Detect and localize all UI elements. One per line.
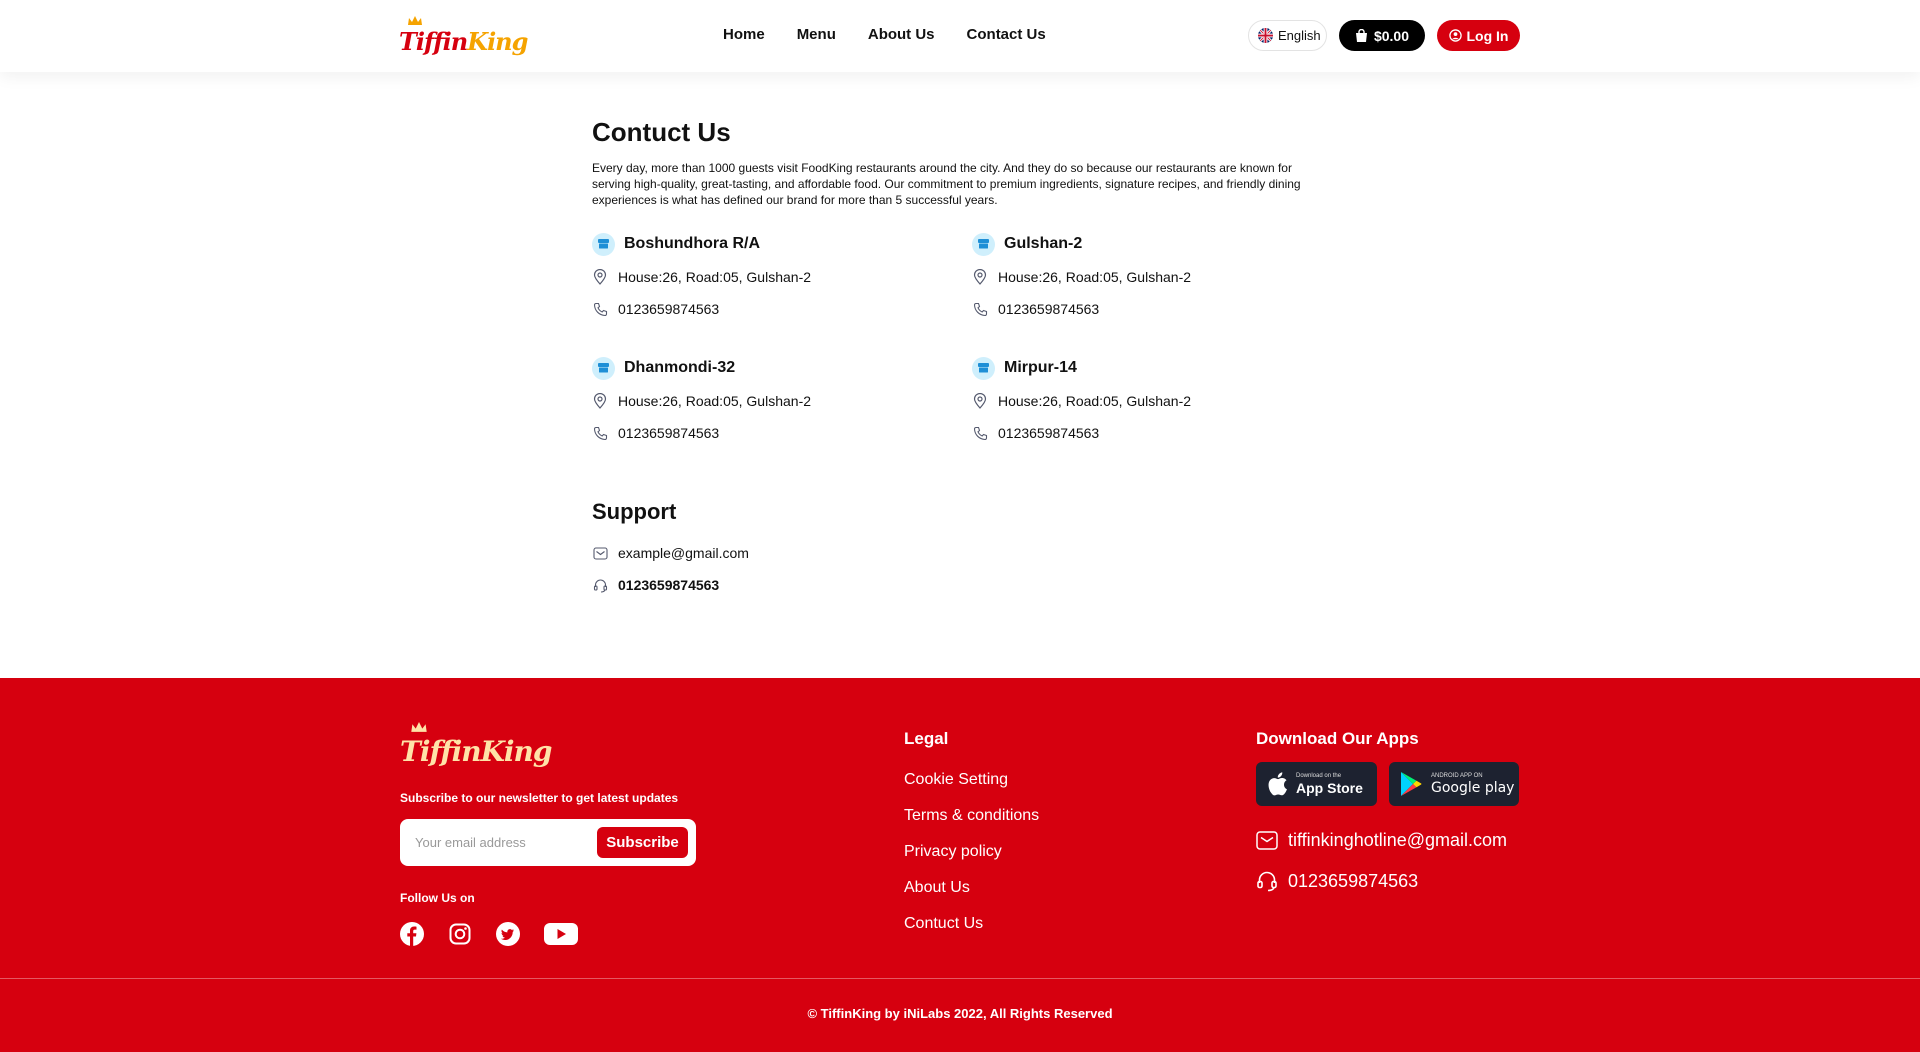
hotline-email[interactable]: tiffinkinghotline@gmail.com — [1288, 830, 1507, 851]
store-icon — [972, 232, 995, 256]
user-circle-icon — [1448, 29, 1462, 42]
phone-icon — [592, 301, 608, 317]
apps-title: Download Our Apps — [1256, 729, 1419, 748]
support-contacts: example@gmail.com 0123659874563 — [592, 543, 952, 595]
branch-address: House:26, Road:05, Gulshan-2 — [998, 269, 1192, 285]
branch-name: Gulshan-2 — [1004, 235, 1083, 252]
cart-button[interactable]: $0.00 — [1339, 20, 1425, 51]
legal-links: Cookie Setting Terms & conditions Privac… — [904, 771, 1039, 951]
store-icon — [592, 232, 615, 256]
footer-logo[interactable]: TiffinKing — [400, 722, 552, 768]
branch-card: Boshundhora R/A House:26, Road:05, Gulsh… — [592, 232, 952, 319]
language-selector[interactable]: English — [1248, 20, 1327, 51]
branch-phone: 0123659874563 — [618, 425, 720, 441]
site-header: TiffinKing Home Menu About Us Contact Us… — [0, 0, 1920, 72]
crown-icon — [408, 16, 422, 25]
subscribe-form: Subscribe — [400, 819, 696, 866]
twitter-icon[interactable] — [496, 922, 520, 946]
language-label: English — [1278, 28, 1321, 43]
app-store-button[interactable]: Download on the App Store — [1256, 762, 1377, 806]
cart-total: $0.00 — [1373, 27, 1410, 44]
headset-icon — [592, 577, 608, 593]
logo-text-king: King — [480, 735, 553, 768]
footer-divider — [0, 978, 1920, 979]
site-footer: TiffinKing Subscribe to our newsletter t… — [0, 678, 1920, 1052]
branch-phone: 0123659874563 — [618, 301, 720, 317]
phone-icon — [592, 425, 608, 441]
logo-text-tiffin: Tiffin — [399, 27, 468, 56]
link-contact-us[interactable]: Contuct Us — [904, 915, 1039, 935]
support-phone[interactable]: 0123659874563 — [618, 577, 719, 593]
link-terms-conditions[interactable]: Terms & conditions — [904, 807, 1039, 827]
branch-phone: 0123659874563 — [998, 301, 1100, 317]
branch-card: Dhanmondi-32 House:26, Road:05, Gulshan-… — [592, 356, 952, 443]
intro-paragraph: Every day, more than 1000 guests visit F… — [592, 161, 1301, 207]
copyright-text: © TiffinKing by iNiLabs 2022, All Rights… — [807, 1006, 1113, 1021]
google-play-small-label: ANDROID APP ON — [1431, 773, 1483, 779]
instagram-icon[interactable] — [448, 922, 472, 946]
hotline-email-row: tiffinkinghotline@gmail.com — [1256, 830, 1507, 851]
shopping-bag-icon — [1355, 28, 1367, 42]
newsletter-email-input[interactable] — [415, 831, 585, 853]
link-cookie-setting[interactable]: Cookie Setting — [904, 771, 1039, 791]
link-privacy-policy[interactable]: Privacy policy — [904, 843, 1039, 863]
follow-label: Follow Us on — [400, 891, 475, 905]
app-store-big-label: App Store — [1296, 780, 1363, 796]
uk-flag-icon — [1258, 28, 1273, 43]
nav-contact-us[interactable]: Contact Us — [967, 26, 1046, 43]
tiffinking-logo[interactable]: TiffinKing — [399, 16, 528, 56]
google-play-button[interactable]: ANDROID APP ON Google play — [1389, 762, 1519, 806]
subscribe-button[interactable]: Subscribe — [597, 827, 688, 858]
store-icon — [972, 356, 995, 380]
nav-about-us[interactable]: About Us — [868, 26, 935, 43]
branch-address: House:26, Road:05, Gulshan-2 — [998, 393, 1192, 409]
mail-icon — [592, 545, 608, 561]
branch-address: House:26, Road:05, Gulshan-2 — [618, 393, 812, 409]
newsletter-label: Subscribe to our newsletter to get lates… — [400, 791, 679, 805]
link-about-us[interactable]: About Us — [904, 879, 1039, 899]
location-pin-icon — [972, 393, 988, 409]
branch-name: Mirpur-14 — [1004, 359, 1077, 376]
mail-icon — [1256, 831, 1278, 850]
logo-text-king: King — [467, 27, 528, 56]
branch-address: House:26, Road:05, Gulshan-2 — [618, 269, 812, 285]
apple-icon — [1268, 772, 1287, 796]
app-store-small-label: Download on the — [1296, 773, 1342, 779]
youtube-icon[interactable] — [544, 922, 578, 946]
support-title: Support — [592, 499, 677, 524]
logo-text-tiffin: Tiffin — [400, 735, 482, 768]
branch-phone: 0123659874563 — [998, 425, 1100, 441]
google-play-big-label: Google play — [1431, 780, 1515, 796]
legal-title: Legal — [904, 729, 949, 748]
facebook-icon[interactable] — [400, 922, 424, 946]
hotline-phone[interactable]: 0123659874563 — [1288, 871, 1418, 892]
location-pin-icon — [592, 393, 608, 409]
store-icon — [592, 356, 615, 380]
branch-name: Boshundhora R/A — [624, 235, 760, 252]
main-nav: Home Menu About Us Contact Us — [723, 26, 1046, 43]
google-play-icon — [1401, 772, 1422, 796]
phone-icon — [972, 301, 988, 317]
branch-name: Dhanmondi-32 — [624, 359, 736, 376]
branch-card: Mirpur-14 House:26, Road:05, Gulshan-2 0… — [972, 356, 1332, 443]
login-button[interactable]: Log In — [1437, 20, 1520, 51]
branch-card: Gulshan-2 House:26, Road:05, Gulshan-2 0… — [972, 232, 1332, 319]
location-pin-icon — [592, 269, 608, 285]
phone-icon — [972, 425, 988, 441]
nav-menu[interactable]: Menu — [797, 26, 836, 43]
social-links — [400, 922, 578, 946]
crown-icon — [411, 722, 427, 732]
support-email[interactable]: example@gmail.com — [618, 545, 749, 561]
hotline-phone-row: 0123659874563 — [1256, 870, 1418, 892]
headset-icon — [1257, 871, 1277, 892]
location-pin-icon — [972, 269, 988, 285]
nav-home[interactable]: Home — [723, 26, 765, 43]
login-label: Log In — [1466, 27, 1509, 44]
page-title: Contuct Us — [592, 117, 731, 147]
